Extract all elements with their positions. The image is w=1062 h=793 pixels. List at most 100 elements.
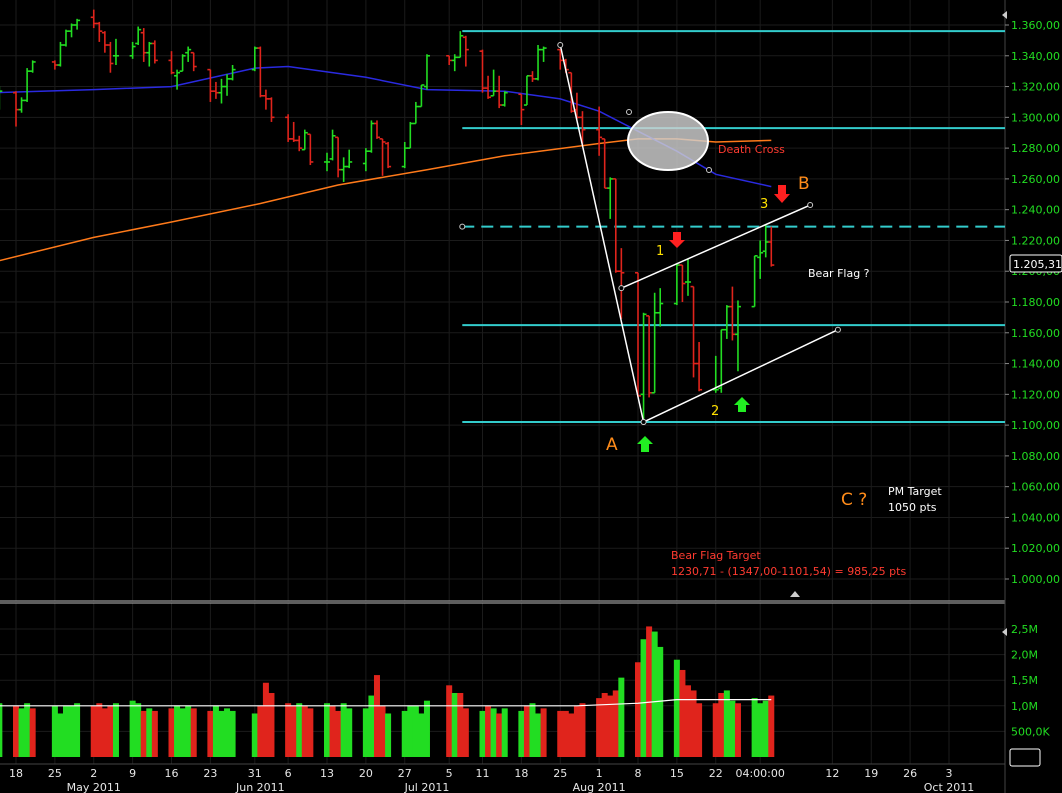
volume-bar <box>462 708 469 757</box>
wave-1-label: 1 <box>656 244 664 259</box>
date-tick-label: 19 <box>864 767 878 780</box>
volume-bar <box>762 700 769 757</box>
date-tick-label: 3 <box>946 767 953 780</box>
ma-marker <box>626 109 632 115</box>
volume-bar <box>307 708 314 757</box>
price-tick-label: 1.140,00 <box>1011 358 1060 371</box>
price-tick-label: 1.320,00 <box>1011 81 1060 94</box>
volume-bar <box>640 639 647 757</box>
volume-bar <box>174 705 181 757</box>
volume-bar <box>13 705 19 757</box>
volume-bar <box>618 677 625 757</box>
volume-bar <box>490 708 497 757</box>
date-tick-label: 23 <box>203 767 217 780</box>
trendline-endpoint <box>618 285 625 292</box>
price-tick-label: 1.060,00 <box>1011 481 1060 494</box>
date-tick-label: 12 <box>825 767 839 780</box>
volume-bar <box>346 708 353 757</box>
date-tick-label: 25 <box>553 767 567 780</box>
trendline-endpoint <box>834 326 841 333</box>
volume-bar <box>573 705 580 757</box>
volume-bar <box>262 682 269 757</box>
wave-2-label: 2 <box>711 404 719 419</box>
volume-bar <box>529 703 536 757</box>
volume-bar <box>540 708 547 757</box>
death-cross-label: Death Cross <box>718 143 785 156</box>
volume-bar <box>296 703 303 757</box>
volume-bar <box>368 695 375 757</box>
volume-tick-label: 2,5M <box>1011 623 1038 636</box>
volume-bar <box>18 708 25 757</box>
volume-bar <box>207 710 214 757</box>
pm-target-title: PM Target <box>888 485 942 498</box>
date-tick-label: 9 <box>129 767 136 780</box>
volume-bar <box>768 695 775 757</box>
volume-bar <box>268 693 275 757</box>
volume-bar <box>557 710 564 757</box>
volume-bar <box>690 690 697 757</box>
price-tick-label: 1.280,00 <box>1011 142 1060 155</box>
volume-tick-label: 1,5M <box>1011 674 1038 687</box>
volume-bar <box>224 708 231 757</box>
price-tick-label: 1.000,00 <box>1011 573 1060 586</box>
level-anchor <box>459 223 466 230</box>
volume-bar <box>168 708 175 757</box>
volume-bar <box>62 705 69 757</box>
volume-bar <box>151 710 158 757</box>
volume-bar <box>218 710 225 757</box>
volume-bar <box>135 703 142 757</box>
chart-background <box>0 0 1062 793</box>
volume-bar <box>340 703 347 757</box>
volume-bar <box>251 713 258 757</box>
volume-bar <box>729 700 736 757</box>
volume-bar <box>712 703 719 757</box>
volume-bar <box>518 710 525 757</box>
volume-bar <box>612 690 619 757</box>
last-price-label: 1.205,31 <box>1013 258 1062 271</box>
volume-bar <box>335 710 342 757</box>
volume-zero-box <box>1009 748 1041 767</box>
price-tick-label: 1.360,00 <box>1011 19 1060 32</box>
volume-bar <box>24 703 31 757</box>
volume-bar <box>362 708 369 757</box>
month-label: Aug 2011 <box>573 781 626 793</box>
volume-bar <box>107 705 114 757</box>
volume-tick-label: 500,0K <box>1011 725 1050 738</box>
date-tick-label: 1 <box>596 767 603 780</box>
volume-bar <box>68 705 75 757</box>
volume-bar <box>74 703 81 757</box>
volume-bar <box>285 703 292 757</box>
volume-bar <box>579 703 586 757</box>
date-tick-label: 13 <box>320 767 334 780</box>
trendline-endpoint <box>640 419 647 426</box>
volume-bar <box>479 710 486 757</box>
volume-bar <box>451 693 458 757</box>
date-tick-label: 27 <box>398 767 412 780</box>
date-tick-label: 15 <box>670 767 684 780</box>
price-tick-label: 1.020,00 <box>1011 542 1060 555</box>
stock-chart: 1.360,00 1.340,00 1.320,00 1.300,00 1.280,00… <box>0 0 1062 793</box>
death-cross-ellipse <box>627 111 709 171</box>
volume-bar <box>140 710 147 757</box>
volume-bar <box>112 703 119 757</box>
volume-bar <box>373 675 380 757</box>
point-c-label: C ? <box>841 490 867 510</box>
date-tick-label: 16 <box>165 767 179 780</box>
date-tick-label: 18 <box>9 767 23 780</box>
date-tick-label: 6 <box>285 767 292 780</box>
date-tick-label: 2 <box>90 767 97 780</box>
volume-bar <box>423 700 430 757</box>
volume-bar <box>496 713 503 757</box>
volume-bar <box>179 708 186 757</box>
volume-tick-label: 2,0M <box>1011 649 1038 662</box>
month-label: Jul 2011 <box>404 781 450 793</box>
price-tick-label: 1.260,00 <box>1011 173 1060 186</box>
wave-3-label: 3 <box>760 197 768 212</box>
bear-flag-target-title: Bear Flag Target <box>671 549 761 562</box>
point-a-label: A <box>606 435 618 455</box>
volume-bar <box>535 713 542 757</box>
date-tick-label: 5 <box>446 767 453 780</box>
date-tick-label: 18 <box>514 767 528 780</box>
price-tick-label: 1.160,00 <box>1011 327 1060 340</box>
price-tick-label: 1.080,00 <box>1011 450 1060 463</box>
